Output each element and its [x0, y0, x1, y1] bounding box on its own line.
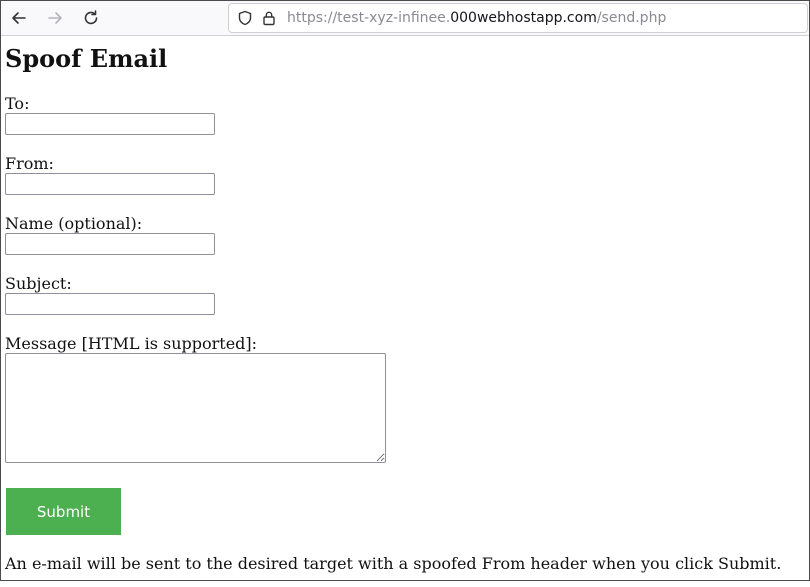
back-button[interactable]: [7, 6, 31, 30]
name-label: Name (optional):: [5, 214, 143, 233]
submit-button[interactable]: Submit: [6, 488, 121, 535]
browser-toolbar: https://test-xyz-infinee.000webhostapp.c…: [1, 1, 809, 36]
url-text[interactable]: https://test-xyz-infinee.000webhostapp.c…: [287, 10, 666, 26]
footer-note: An e-mail will be sent to the desired ta…: [5, 554, 782, 573]
name-input[interactable]: [5, 233, 215, 255]
url-path: /send.php: [596, 10, 667, 26]
message-textarea[interactable]: [5, 353, 386, 463]
arrow-right-icon: [48, 12, 62, 24]
lock-icon[interactable]: [259, 8, 279, 28]
url-host: 000webhostapp.com: [450, 10, 597, 26]
to-input[interactable]: [5, 113, 215, 135]
arrow-left-icon: [12, 12, 26, 24]
to-label: To:: [5, 94, 30, 113]
from-input[interactable]: [5, 173, 215, 195]
reload-icon: [84, 10, 98, 25]
page-content: Spoof Email To: From: Name (optional): S…: [5, 37, 805, 573]
url-prefix: https://test-xyz-infinee.: [287, 10, 451, 26]
subject-input[interactable]: [5, 293, 215, 315]
reload-button[interactable]: [79, 6, 103, 30]
browser-window: https://test-xyz-infinee.000webhostapp.c…: [0, 0, 810, 581]
from-label: From:: [5, 154, 54, 173]
shield-icon[interactable]: [235, 8, 255, 28]
page-title: Spoof Email: [5, 44, 168, 73]
subject-label: Subject:: [5, 274, 72, 293]
message-label: Message [HTML is supported]:: [5, 334, 258, 353]
address-bar[interactable]: https://test-xyz-infinee.000webhostapp.c…: [228, 3, 808, 33]
forward-button[interactable]: [43, 6, 67, 30]
